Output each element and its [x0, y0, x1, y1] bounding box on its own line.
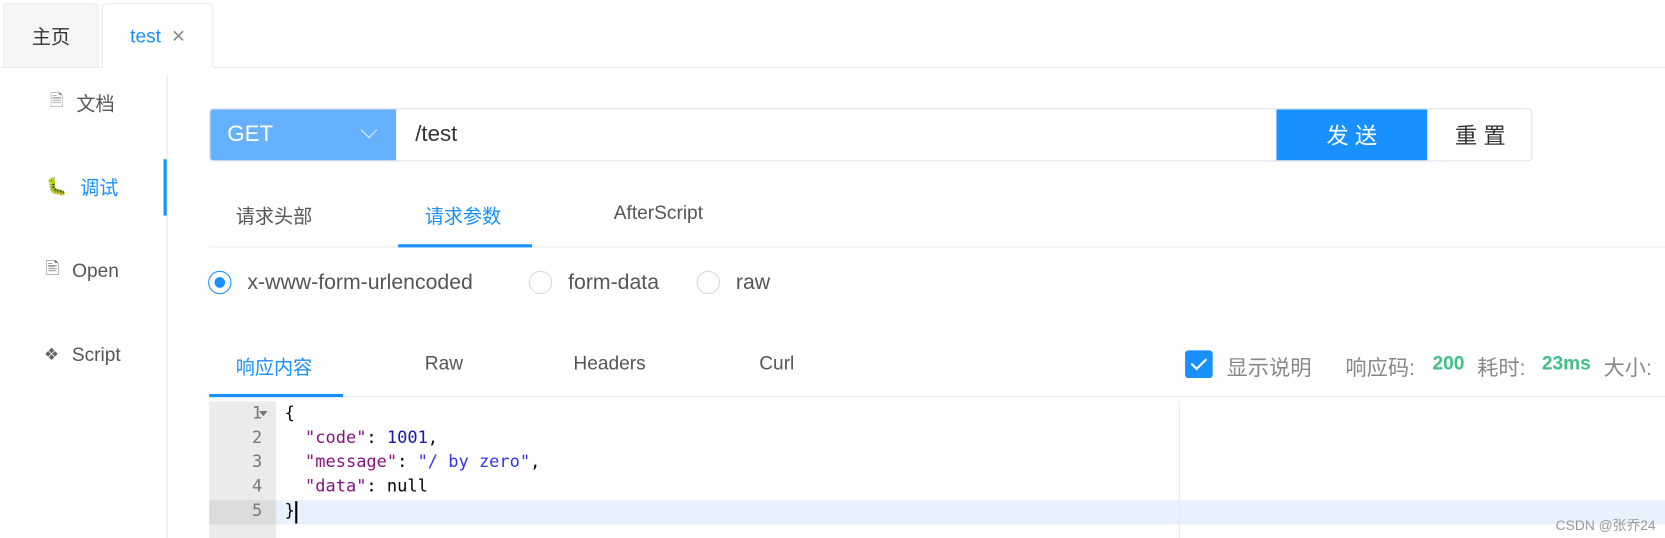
tab-request-headers[interactable]: 请求头部 [236, 202, 312, 230]
active-indicator [163, 159, 167, 216]
status-code-value: 200 [1432, 352, 1465, 374]
codepen-icon: ❖ [43, 346, 60, 365]
active-tab-gap [101, 66, 214, 68]
send-button[interactable]: 发 送 [1276, 109, 1428, 161]
code-token: } [284, 500, 295, 521]
response-tabs-divider [209, 396, 1665, 398]
sidebar-item-label: Script [71, 343, 121, 365]
watermark: CSDN @张乔24 [1555, 517, 1656, 534]
url-input[interactable]: /test [396, 109, 1276, 160]
active-line [276, 500, 1665, 525]
document-icon: 🗎 [49, 91, 64, 110]
sidebar-item-label: Open [72, 259, 119, 281]
sidebar-item-open[interactable]: 🖹 Open [0, 250, 165, 292]
size-label: 大小: [1603, 356, 1652, 381]
reset-button[interactable]: 重 置 [1427, 109, 1531, 160]
line-number: 5 [252, 500, 263, 521]
url-value: /test [415, 122, 458, 147]
code-token: { [284, 402, 295, 423]
show-desc-checkbox[interactable] [1185, 350, 1213, 379]
chevron-down-icon [360, 121, 378, 139]
tab-response-raw[interactable]: Raw [425, 353, 463, 375]
print-margin [1178, 401, 1180, 538]
fold-arrow-icon[interactable] [259, 410, 268, 417]
line-number: 1 [252, 402, 263, 423]
code-token: : [366, 426, 387, 448]
response-tab-ink-bar [209, 393, 343, 398]
code-line: "data": null [285, 476, 428, 496]
tab-afterscript[interactable]: AfterScript [614, 202, 703, 224]
radio-urlencoded[interactable] [208, 270, 232, 295]
file-icon: 🖹 [45, 259, 60, 278]
sidebar-item-script[interactable]: ❖ Script [0, 333, 165, 375]
radio-label[interactable]: x-www-form-urlencoded [247, 271, 472, 295]
tab-response-content[interactable]: 响应内容 [236, 353, 312, 381]
sidebar-item-label: 文档 [76, 93, 115, 115]
tab-response-curl[interactable]: Curl [759, 353, 794, 375]
code-token: "data" [305, 475, 367, 496]
tab-divider [0, 66, 1665, 68]
code-token: : null [366, 475, 428, 496]
tab-label: test [130, 24, 161, 47]
status-code-label: 响应码: [1345, 356, 1416, 381]
code-token: "code" [305, 426, 367, 448]
line-number: 3 [252, 451, 263, 472]
sidebar-item-debug[interactable]: 🐛 调试 [0, 166, 165, 208]
request-bar: GET /test 发 送 重 置 [209, 108, 1533, 162]
radio-form-data[interactable] [528, 270, 553, 295]
sidebar-border [166, 74, 168, 538]
text-cursor [295, 501, 298, 524]
tab-test[interactable]: test × [101, 3, 214, 68]
close-icon[interactable]: × [172, 22, 186, 50]
sidebar-item-docs[interactable]: 🗎 文档 [0, 82, 165, 124]
tab-label: 主页 [31, 26, 71, 48]
tab-home[interactable]: 主页 [3, 3, 99, 67]
time-value: 23ms [1541, 352, 1591, 374]
bug-icon: 🐛 [46, 178, 68, 197]
tab-request-params[interactable]: 请求参数 [425, 202, 501, 230]
line-number: 2 [252, 426, 263, 448]
show-desc-label[interactable]: 显示说明 [1226, 350, 1311, 381]
method-select[interactable]: GET [210, 109, 397, 161]
code-line: { [285, 402, 295, 422]
code-line: "code": 1001, [285, 427, 438, 447]
radio-dot [214, 277, 226, 288]
check-icon [1190, 353, 1208, 371]
tab-ink-bar [398, 244, 533, 248]
radio-label[interactable]: form-data [568, 271, 659, 295]
code-line: } [285, 500, 295, 520]
code-line: "message": "/ by zero", [285, 451, 541, 472]
code-token: : [397, 451, 418, 472]
code-token: "/ by zero" [417, 451, 531, 472]
radio-label[interactable]: raw [736, 271, 770, 295]
line-number: 4 [252, 475, 263, 496]
tab-response-headers[interactable]: Headers [573, 353, 645, 375]
code-token: , [427, 426, 439, 448]
code-token: 1001 [386, 426, 428, 448]
method-value: GET [227, 122, 274, 147]
code-token: "message" [305, 451, 398, 472]
code-token: , [530, 451, 541, 472]
sidebar-item-label: 调试 [80, 177, 119, 199]
radio-raw[interactable] [696, 270, 720, 295]
time-label: 耗时: [1477, 356, 1526, 381]
